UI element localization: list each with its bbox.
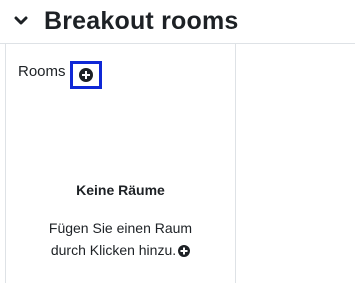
section-title: Breakout rooms <box>44 7 239 35</box>
add-room-button[interactable] <box>70 61 102 89</box>
empty-state-line-2-wrap: durch Klicken hinzu. <box>6 239 235 263</box>
section-header: Breakout rooms <box>0 0 355 44</box>
empty-state-title: Keine Räume <box>76 182 165 198</box>
breakout-rooms-page: Breakout rooms Rooms Keine Räume Fügen S… <box>0 0 355 283</box>
empty-state-description: Fügen Sie einen Raum durch Klicken hinzu… <box>6 217 235 263</box>
chevron-down-icon[interactable] <box>12 12 30 30</box>
plus-circle-icon <box>178 241 191 263</box>
room-detail-panel <box>236 44 355 283</box>
empty-state-line-1: Fügen Sie einen Raum <box>48 220 193 236</box>
rooms-panel: Rooms Keine Räume Fügen Sie einen Raum d… <box>5 44 236 283</box>
plus-circle-icon <box>79 68 93 82</box>
empty-state-line-2: durch Klicken hinzu. <box>50 242 177 258</box>
rooms-label: Rooms <box>18 63 66 80</box>
